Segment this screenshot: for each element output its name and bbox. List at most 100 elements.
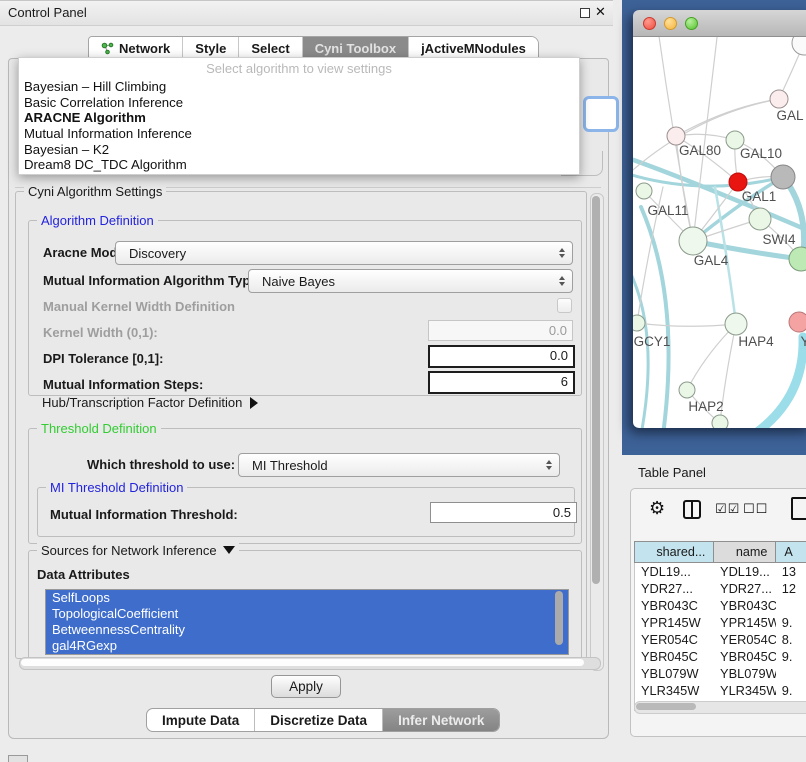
network-node-hap4[interactable]	[725, 313, 747, 335]
columns-icon[interactable]	[683, 500, 701, 519]
algorithm-option-bayesian-k2[interactable]: Bayesian – K2	[19, 142, 579, 158]
table-row[interactable]: YLR345WYLR345W9.	[635, 682, 806, 699]
data-attributes-list[interactable]: SelfLoopsTopologicalCoefficientBetweenne…	[45, 589, 569, 655]
sources-title: Sources for Network Inference	[41, 543, 217, 558]
table-row[interactable]: YDL19...YDL19...13	[635, 563, 806, 580]
algorithm-definition-title: Algorithm Definition	[37, 213, 158, 228]
apply-button[interactable]: Apply	[271, 675, 341, 698]
threshold-definition-title: Threshold Definition	[37, 421, 161, 436]
node-label-gal10: GAL10	[740, 146, 782, 161]
which-threshold-select[interactable]: MI Threshold	[238, 453, 560, 477]
mi-type-select[interactable]: Naive Bayes	[248, 269, 573, 293]
settings-vertical-scrollbar[interactable]	[590, 193, 604, 671]
network-node-swi4[interactable]	[789, 247, 806, 271]
import-table-icon[interactable]	[791, 497, 806, 520]
minimize-window-icon[interactable]	[664, 17, 677, 30]
tab-label: Cyni Toolbox	[315, 41, 396, 56]
cyni-mode-tab-bar: Impute DataDiscretize DataInfer Network	[146, 708, 500, 732]
settings-horizontal-scrollbar[interactable]	[19, 657, 601, 670]
algorithm-option-aracne-algorithm[interactable]: ARACNE Algorithm	[19, 110, 579, 126]
float-window-icon[interactable]	[580, 8, 590, 18]
table-panel-title: Table Panel	[638, 465, 706, 480]
attribute-item-betweennesscentrality[interactable]: BetweennessCentrality	[46, 622, 568, 638]
network-canvas[interactable]: GALGAL80GAL10GAL1GAL11GAL4SWI4GCY1HAP4YH…	[633, 37, 806, 428]
select-all-columns-icon[interactable]: ☑☑	[715, 501, 740, 517]
hub-definition-toggle[interactable]: Hub/Transcription Factor Definition	[42, 395, 258, 410]
stepper-icon	[546, 460, 552, 470]
network-node-gcy1[interactable]	[633, 315, 645, 331]
sources-toggle[interactable]: Sources for Network Inference	[37, 543, 239, 558]
manual-kernel-label: Manual Kernel Width Definition	[43, 299, 235, 314]
dpi-tolerance-label: DPI Tolerance [0,1]:	[43, 351, 163, 366]
table-cell: YBL079W	[714, 665, 776, 682]
table-row[interactable]: YDR27...YDR27...12	[635, 580, 806, 597]
column-header-shared-[interactable]: shared...	[634, 541, 713, 563]
kernel-width-input[interactable]: 0.0	[428, 320, 573, 341]
aracne-mode-select[interactable]: Discovery	[115, 241, 573, 265]
algorithm-option-mutual-information-inference[interactable]: Mutual Information Inference	[19, 126, 579, 142]
tab-style[interactable]: Style	[183, 37, 239, 59]
kernel-width-label: Kernel Width (0,1):	[43, 325, 158, 340]
network-edge	[693, 37, 718, 241]
expand-right-icon	[250, 397, 258, 409]
table-row[interactable]: YER054CYER054C8.	[635, 631, 806, 648]
network-edge	[676, 99, 779, 136]
table-cell: 9.	[776, 648, 806, 665]
cyni-algorithm-settings-group: Cyni Algorithm Settings Algorithm Defini…	[15, 191, 587, 659]
node-table[interactable]: shared...nameAYDL19...YDL19...13YDR27...…	[634, 541, 806, 711]
manual-kernel-checkbox[interactable]	[557, 298, 572, 313]
table-row[interactable]: YPR145WYPR145W9.	[635, 614, 806, 631]
attribute-item-selfloops[interactable]: SelfLoops	[46, 590, 568, 606]
algorithm-option-dream8-dc-tdc-algorithm[interactable]: Dream8 DC_TDC Algorithm	[19, 157, 579, 173]
segment-discretize-data[interactable]: Discretize Data	[255, 709, 383, 731]
column-header-a[interactable]: A	[775, 541, 806, 563]
collapsed-panel-chip[interactable]	[8, 755, 28, 762]
zoom-window-icon[interactable]	[685, 17, 698, 30]
node-label-y: Y	[800, 334, 806, 349]
mi-threshold-group: MI Threshold Definition Mutual Informati…	[37, 487, 575, 537]
close-window-icon[interactable]	[643, 17, 656, 30]
node-label-hap2: HAP2	[688, 399, 723, 414]
network-node-hap2[interactable]	[679, 382, 695, 398]
network-node-gal1[interactable]	[749, 208, 771, 230]
network-node[interactable]	[792, 37, 806, 55]
screen: Control Panel ✕ NetworkStyleSelectCyni T…	[0, 0, 806, 762]
mi-steps-input[interactable]: 6	[428, 371, 575, 394]
algorithm-option-basic-correlation-inference[interactable]: Basic Correlation Inference	[19, 95, 579, 111]
tab-cyni-toolbox[interactable]: Cyni Toolbox	[303, 37, 409, 59]
close-panel-icon[interactable]: ✕	[595, 4, 606, 20]
network-node-gal4[interactable]	[679, 227, 707, 255]
segment-impute-data[interactable]: Impute Data	[147, 709, 255, 731]
gear-icon[interactable]: ⚙	[649, 498, 665, 519]
attribute-item-topologicalcoefficient[interactable]: TopologicalCoefficient	[46, 606, 568, 622]
column-header-name[interactable]: name	[713, 541, 775, 563]
table-row[interactable]: YBL079WYBL079W	[635, 665, 806, 682]
table-cell	[776, 597, 806, 614]
table-row[interactable]: YBR043CYBR043C	[635, 597, 806, 614]
table-cell: 12	[776, 580, 806, 597]
deselect-all-columns-icon[interactable]: ☐☐	[743, 501, 768, 517]
tab-network[interactable]: Network	[89, 37, 183, 59]
tab-jactivemnodules[interactable]: jActiveMNodules	[409, 37, 538, 59]
network-node-gal[interactable]	[770, 90, 788, 108]
node-label-gal: GAL	[776, 108, 804, 123]
hidden-combobox-fragment	[583, 96, 619, 132]
dpi-tolerance-input[interactable]: 0.0	[428, 345, 575, 368]
network-node[interactable]	[712, 415, 728, 428]
table-header-row: shared...nameA	[634, 541, 806, 563]
algorithm-option-bayesian-hill-climbing[interactable]: Bayesian – Hill Climbing	[19, 79, 579, 95]
table-toolbar: ⚙ ☑☑ ☐☐	[631, 489, 806, 537]
table-row[interactable]: YBR045CYBR045C9.	[635, 648, 806, 665]
mi-threshold-input[interactable]: 0.5	[430, 502, 577, 523]
network-node-y[interactable]	[789, 312, 806, 332]
node-label-hap4: HAP4	[738, 334, 774, 349]
attribute-item-gal4rgexp[interactable]: gal4RGexp	[46, 638, 568, 654]
table-horizontal-scrollbar[interactable]	[634, 701, 806, 714]
list-scrollbar[interactable]	[555, 591, 563, 645]
table-cell: YBR043C	[635, 597, 714, 614]
network-node[interactable]	[771, 165, 795, 189]
network-window-titlebar[interactable]	[633, 10, 806, 37]
segment-infer-network[interactable]: Infer Network	[383, 709, 499, 731]
tab-select[interactable]: Select	[239, 37, 302, 59]
network-node-gal11[interactable]	[636, 183, 652, 199]
